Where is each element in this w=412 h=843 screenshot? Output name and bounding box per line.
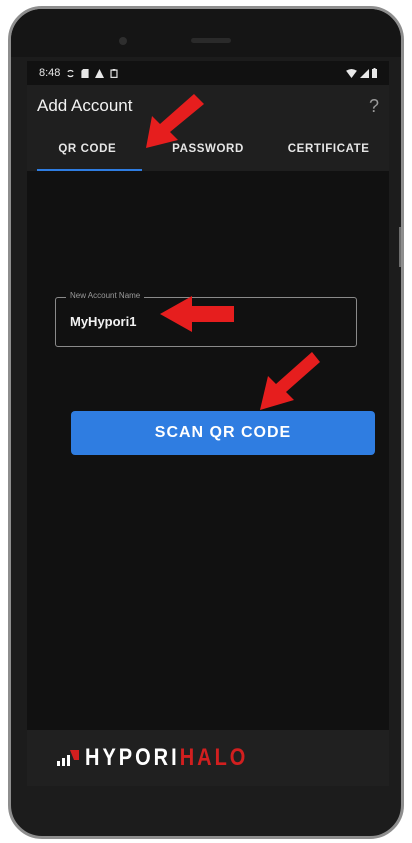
power-button [399,227,401,267]
account-type-tabs: QR CODE PASSWORD CERTIFICATE [27,127,389,171]
bottom-bar: HYPORIHALO [27,730,389,786]
status-time: 8:48 [39,67,61,79]
tab-password[interactable]: PASSWORD [148,127,269,171]
alert-icon [95,68,105,78]
account-name-input[interactable]: MyHypori1 [70,314,136,329]
app-screen: 8:48 Add Account ? QR CODE PASSWORD CERT… [27,61,389,786]
app-bar: Add Account ? [27,85,389,127]
scan-qr-code-button[interactable]: SCAN QR CODE [71,411,375,455]
page-title: Add Account [37,96,133,115]
sd-card-icon [81,68,90,78]
tab-qr-code[interactable]: QR CODE [27,127,148,171]
account-name-field[interactable]: New Account Name MyHypori1 [55,291,357,347]
status-bar: 8:48 [27,61,389,85]
clipboard-icon [110,68,118,78]
hypori-logo-icon [57,750,79,766]
top-bezel [11,9,401,57]
logo-text-hypori: HYPORI [85,744,180,771]
account-name-label: New Account Name [66,291,145,300]
tab-certificate[interactable]: CERTIFICATE [268,127,389,171]
wifi-icon [346,68,357,78]
sync-icon [67,69,75,77]
earpiece-speaker [191,38,231,43]
help-icon[interactable]: ? [369,96,379,117]
battery-icon [372,68,377,78]
signal-icon [360,68,369,78]
logo-text-halo: HALO [179,744,249,771]
phone-frame: 8:48 Add Account ? QR CODE PASSWORD CERT… [8,6,404,839]
front-camera [119,37,127,45]
hypori-halo-logo: HYPORIHALO [85,744,248,772]
